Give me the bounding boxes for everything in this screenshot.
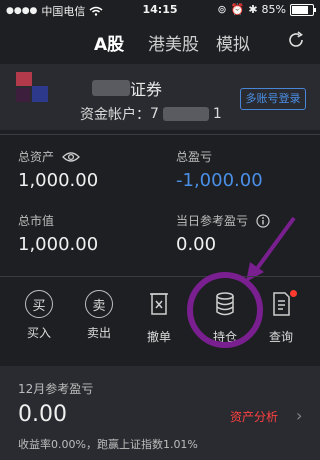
query-action[interactable]: 查询: [256, 290, 306, 345]
rotation-lock-icon: ⊚: [217, 3, 227, 16]
cancel-order-icon: [150, 293, 168, 315]
total-pnl-value: -1,000.00: [176, 170, 263, 191]
query-label: 查询: [268, 330, 293, 344]
monthly-pnl-card[interactable]: 12月参考盈亏 0.00 资产分析 › 收益率0.00%，跑赢上证指数1.01%: [0, 366, 320, 460]
market-value-label: 总市值: [18, 214, 55, 228]
highlight-circle: [187, 272, 263, 348]
broker-suffix: 证券: [130, 80, 163, 99]
total-assets-header: 总资产: [18, 148, 80, 165]
total-assets-label: 总资产: [18, 150, 55, 164]
monthly-pnl-value: 0.00: [18, 402, 67, 427]
broker-name: 证券: [92, 76, 162, 100]
eye-icon[interactable]: [62, 151, 80, 163]
monthly-summary: 收益率0.00%，跑赢上证指数1.01%: [18, 438, 198, 451]
bluetooth-icon: ✱: [248, 3, 258, 16]
total-assets-value: 1,000.00: [18, 170, 99, 191]
sell-action[interactable]: 卖 卖出: [74, 290, 124, 341]
annotation-arrow: [246, 216, 296, 282]
broker-logo: [16, 72, 50, 104]
account-suffix: 1: [212, 106, 222, 122]
sell-icon: 卖: [85, 290, 113, 318]
tab-a-shares[interactable]: A股: [94, 30, 124, 55]
market-value-value: 1,000.00: [18, 234, 99, 255]
refresh-icon[interactable]: [286, 30, 306, 50]
battery-icon: [290, 3, 316, 16]
market-tabs: A股 港美股 模拟: [0, 24, 320, 60]
monthly-pnl-label: 12月参考盈亏: [18, 382, 94, 396]
divider: [0, 276, 320, 277]
buy-icon: 买: [25, 290, 53, 318]
cancel-order-label: 撤单: [146, 330, 171, 344]
chevron-right-icon[interactable]: ›: [296, 406, 302, 425]
multi-account-login-button[interactable]: 多账号登录: [240, 88, 306, 110]
status-right: ⊚ ⏰ ✱ 85%: [217, 3, 316, 16]
battery-percent: 85%: [261, 3, 286, 16]
sell-label: 卖出: [86, 326, 111, 340]
cancel-order-action[interactable]: 撤单: [134, 290, 184, 345]
buy-label: 买入: [26, 326, 51, 340]
tab-hk-us[interactable]: 港美股: [148, 30, 199, 55]
divider: [0, 134, 320, 135]
redacted-account-number: [162, 107, 209, 121]
redacted-broker-name: [92, 80, 130, 96]
buy-action[interactable]: 买 买入: [14, 290, 64, 341]
notification-dot: [290, 290, 297, 297]
account-prefix: 7: [150, 106, 159, 122]
tab-simulation[interactable]: 模拟: [216, 30, 250, 55]
asset-analysis-link[interactable]: 资产分析: [230, 408, 278, 425]
daily-pnl-label: 当日参考盈亏: [176, 214, 249, 228]
daily-pnl-value: 0.00: [176, 234, 217, 255]
account-number-row: 资金帐户： 7 1: [80, 104, 222, 124]
total-pnl-label: 总盈亏: [176, 150, 213, 164]
alarm-icon: ⏰: [230, 3, 245, 16]
status-bar: ●●●● 中国电信 14:15 ⊚ ⏰ ✱ 85%: [0, 0, 320, 20]
account-label: 资金帐户：: [80, 107, 150, 123]
